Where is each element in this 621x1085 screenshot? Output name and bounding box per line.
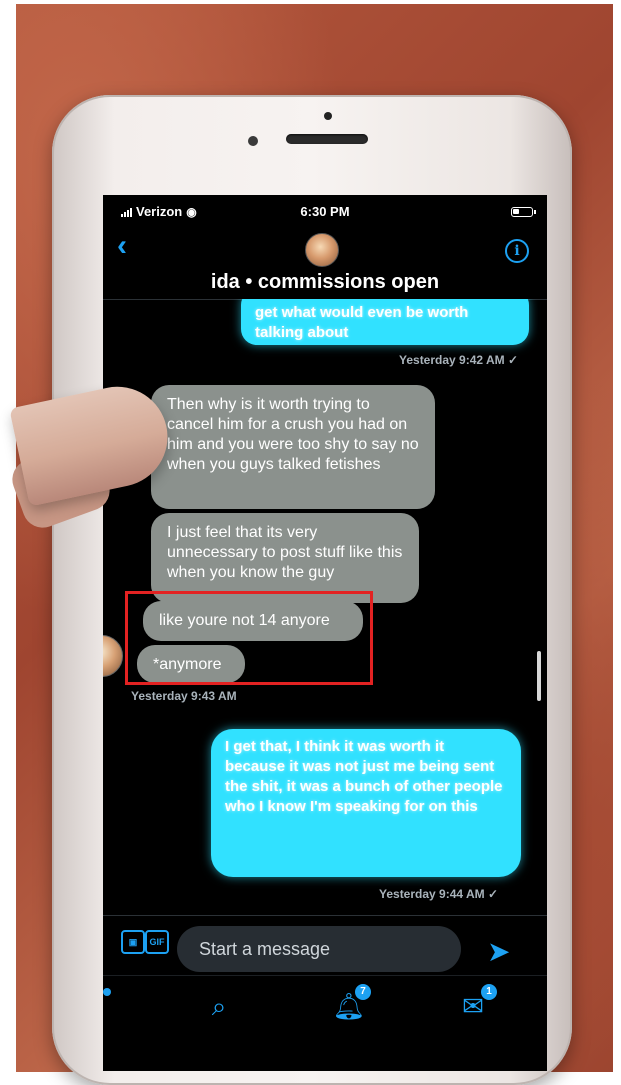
earpiece-speaker (286, 134, 368, 144)
dm-screen: Verizon ◉ 6:30 PM ‹ ida • commissions op… (103, 195, 547, 1071)
notifications-badge: 7 (355, 984, 371, 1000)
scrollbar[interactable] (537, 651, 541, 701)
proximity-sensor (248, 136, 258, 146)
gif-button[interactable]: GIF (145, 930, 169, 954)
message-timestamp: Yesterday 9:43 AM (131, 689, 237, 703)
message-bubble-outgoing[interactable]: I get that, I think it was worth it beca… (211, 729, 521, 877)
image-icon[interactable]: ▣ (121, 930, 145, 954)
battery-icon (511, 207, 536, 217)
status-bar: Verizon ◉ 6:30 PM (103, 195, 547, 229)
messages-badge: 1 (481, 984, 497, 1000)
chevron-left-icon[interactable]: ‹ (117, 229, 127, 263)
info-icon[interactable]: i (505, 239, 529, 263)
message-list: get what would even be worth talking abo… (103, 299, 547, 915)
home-notification-dot (103, 988, 111, 996)
highlight-annotation (125, 591, 373, 685)
avatar[interactable] (103, 635, 123, 677)
conversation-title[interactable]: ida • commissions open (103, 271, 547, 294)
tab-bar: ⌂ ⌕ 🔔︎ 7 ✉ 1 (103, 975, 547, 1071)
status-time: 6:30 PM (300, 204, 350, 219)
message-timestamp: Yesterday 9:44 AM ✓ (379, 887, 498, 901)
compose-bar: ▣ GIF Start a message ➤ (103, 915, 547, 978)
front-camera (324, 112, 332, 120)
conversation-header: ‹ ida • commissions open i (103, 227, 547, 300)
message-timestamp: Yesterday 9:42 AM ✓ (399, 353, 518, 367)
send-icon[interactable]: ➤ (487, 938, 510, 966)
message-input[interactable]: Start a message (177, 926, 461, 972)
message-bubble-outgoing[interactable]: get what would even be worth talking abo… (241, 299, 529, 345)
message-bubble-incoming[interactable]: Then why is it worth trying to cancel hi… (151, 385, 435, 509)
message-bubble-incoming[interactable]: I just feel that its very unnecessary to… (151, 513, 419, 603)
search-icon[interactable]: ⌕ (199, 986, 239, 1026)
avatar[interactable] (305, 233, 339, 267)
